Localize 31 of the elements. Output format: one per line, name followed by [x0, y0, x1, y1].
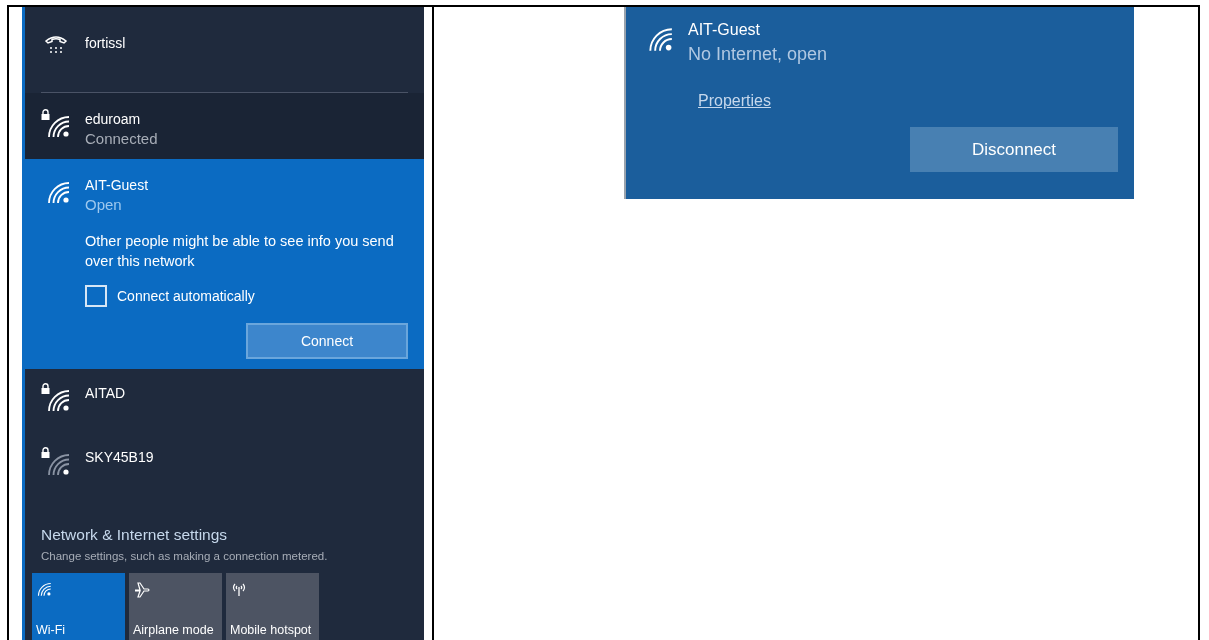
dial-up-icon	[43, 33, 69, 55]
wifi-icon	[36, 581, 52, 597]
hotspot-icon	[230, 581, 248, 597]
quick-action-tile[interactable]: Wi-Fi	[32, 573, 125, 640]
network-name: AIT-Guest	[85, 176, 149, 195]
properties-link[interactable]: Properties	[698, 89, 771, 113]
connect-button[interactable]: Connect	[246, 323, 408, 359]
wifi-icon	[45, 179, 71, 205]
quick-action-tile[interactable]: Mobile hotspot	[226, 573, 319, 640]
checkbox[interactable]	[85, 285, 107, 307]
network-status: Connected	[85, 129, 158, 149]
wifi-icon	[646, 25, 674, 53]
wifi-icon	[45, 387, 71, 413]
network-status: Open	[85, 195, 123, 215]
checkbox-label: Connect automatically	[117, 286, 255, 306]
wifi-icon	[45, 113, 71, 139]
network-status: No Internet, open	[688, 43, 828, 66]
network-item[interactable]: eduroam Connected	[25, 93, 424, 159]
warning-text: Other people might be able to see info you send over this network	[85, 232, 395, 271]
network-name: AITAD	[85, 384, 126, 403]
airplane-icon	[133, 581, 151, 599]
disconnect-button[interactable]: Disconnect	[910, 127, 1118, 172]
wifi-icon	[45, 451, 71, 477]
quick-action-tile[interactable]: Airplane mode	[129, 573, 222, 640]
network-name: fortissl	[85, 34, 126, 53]
network-name: AIT-Guest	[688, 20, 762, 40]
settings-subtitle: Change settings, such as making a connection metered.	[41, 549, 329, 564]
network-item[interactable]: AIT-Guest Open Other people might be able to see info you send over this network Connect automatically Connect	[25, 159, 424, 369]
network-name: SKY45B19	[85, 448, 154, 467]
settings-link[interactable]: Network & Internet settings	[41, 525, 408, 545]
network-name: eduroam	[85, 110, 142, 129]
